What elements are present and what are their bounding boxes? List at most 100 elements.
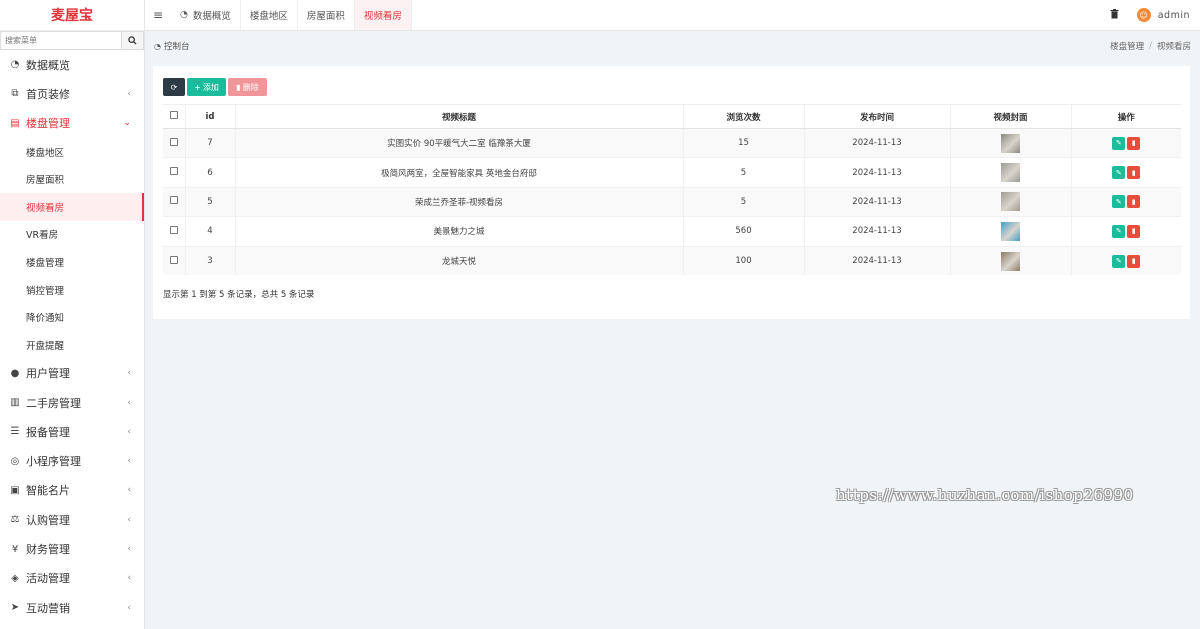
refresh-button[interactable]: ⟳ <box>163 78 185 96</box>
dashboard-icon: ◔ <box>10 59 20 71</box>
cell-id: 5 <box>184 186 235 217</box>
sidebar-item-finance[interactable]: ¥ 财务管理 ‹ <box>0 534 144 563</box>
row-select-cell <box>163 216 185 247</box>
tab-dashboard[interactable]: ◔ 数据概览 <box>171 0 241 30</box>
table-row: 3 龙城天悦 100 2024-11-13 ✎ ▮ <box>163 245 1181 276</box>
column-header-id[interactable]: id <box>184 104 235 129</box>
cell-id: 7 <box>184 127 235 158</box>
cell-title: 实图实价 90平暖气大二室 临豫茶大厦 <box>234 127 683 158</box>
search-icon[interactable] <box>122 31 144 50</box>
sidebar-item-label: 报备管理 <box>26 425 70 439</box>
sidebar-subitem-region[interactable]: 楼盘地区 <box>0 138 144 166</box>
tab-label: 数据概览 <box>192 11 231 22</box>
sidebar-subitem-vr[interactable]: VR看房 <box>0 221 144 249</box>
sidebar-item-business-card[interactable]: ▣ 智能名片 ‹ <box>0 476 144 505</box>
row-checkbox[interactable] <box>169 137 178 146</box>
sidebar-item-label: 二手房管理 <box>26 396 81 410</box>
select-all-checkbox[interactable] <box>169 111 178 119</box>
sidebar-item-label: 财务管理 <box>26 543 70 557</box>
column-header-title[interactable]: 视频标题 <box>234 104 683 129</box>
console-label[interactable]: 控制台 <box>164 40 190 52</box>
edit-button[interactable]: ✎ <box>1112 224 1126 238</box>
edit-button[interactable]: ✎ <box>1112 254 1126 268</box>
tab-area[interactable]: 房屋面积 <box>298 0 355 30</box>
sidebar-subitem-opening-reminder[interactable]: 开盘提醒 <box>0 331 144 359</box>
app-logo[interactable]: 麦屋宝 <box>0 0 144 31</box>
sidebar-subitem-area[interactable]: 房屋面积 <box>0 165 144 193</box>
delete-row-button[interactable]: ▮ <box>1127 136 1141 150</box>
table-row: 4 美景魅力之城 560 2024-11-13 ✎ ▮ <box>163 216 1181 247</box>
sidebar-item-activity[interactable]: ◈ 活动管理 ‹ <box>0 564 144 593</box>
trash-icon[interactable] <box>1110 8 1119 22</box>
cover-thumbnail[interactable] <box>1001 221 1020 241</box>
cover-thumbnail[interactable] <box>1001 192 1020 212</box>
sidebar-subitem-sales-control[interactable]: 销控管理 <box>0 276 144 304</box>
sidebar-subitem-video[interactable]: 视频看房 <box>0 193 144 221</box>
sidebar-subitem-price-drop[interactable]: 降价通知 <box>0 303 144 331</box>
add-button-label: 添加 <box>202 82 219 92</box>
avatar[interactable]: ☺ <box>1136 8 1151 22</box>
user-icon: ● <box>10 367 20 379</box>
chevron-left-icon: ‹ <box>127 368 131 379</box>
breadcrumb-item[interactable]: 楼盘管理 <box>1110 40 1144 52</box>
pagination-summary: 显示第 1 到第 5 条记录，总共 5 条记录 <box>163 290 315 300</box>
cell-actions: ✎ ▮ <box>1070 216 1181 247</box>
edit-button[interactable]: ✎ <box>1112 136 1126 150</box>
cell-actions: ✎ ▮ <box>1070 245 1181 276</box>
select-all-cell <box>163 104 185 129</box>
cell-date: 2024-11-13 <box>803 157 950 188</box>
tab-video[interactable]: 视频看房 <box>354 0 412 30</box>
sidebar-item-label: 楼盘管理 <box>26 117 70 131</box>
add-button[interactable]: + 添加 <box>187 78 226 96</box>
delete-row-button[interactable]: ▮ <box>1127 254 1141 268</box>
sidebar-item-report[interactable]: ☰ 报备管理 ‹ <box>0 417 144 446</box>
sidebar-item-property[interactable]: ▤ 楼盘管理 ⌄ <box>0 109 144 138</box>
sidebar-item-users[interactable]: ● 用户管理 ‹ <box>0 359 144 388</box>
chevron-left-icon: ‹ <box>127 456 131 467</box>
sidebar-item-home-decoration[interactable]: ⧉ 首页装修 ‹ <box>0 79 144 108</box>
sidebar-item-marketing[interactable]: ➤ 互动营销 ‹ <box>0 593 144 622</box>
cell-title: 极简风两室，全屋智能家具 英地金台府邸 <box>234 157 683 188</box>
sidebar-item-miniprogram[interactable]: ◎ 小程序管理 ‹ <box>0 447 144 476</box>
cell-views: 5 <box>682 186 804 217</box>
chevron-left-icon: ‹ <box>127 426 131 437</box>
cell-id: 4 <box>184 216 235 247</box>
cover-thumbnail[interactable] <box>1001 133 1020 153</box>
username[interactable]: admin <box>1158 10 1190 21</box>
cover-thumbnail[interactable] <box>1001 251 1020 271</box>
dashboard-icon: ◔ <box>154 41 161 51</box>
sidebar-item-dashboard[interactable]: ◔ 数据概览 <box>0 50 144 79</box>
row-checkbox[interactable] <box>169 255 178 264</box>
cover-thumbnail[interactable] <box>1001 163 1020 183</box>
breadcrumb-separator: / <box>1149 41 1152 51</box>
sidebar-item-subscription[interactable]: ⚖ 认购管理 ‹ <box>0 505 144 534</box>
column-header-date[interactable]: 发布时间 <box>803 104 950 129</box>
sidebar-item-label: 首页装修 <box>26 87 70 101</box>
column-header-cover[interactable]: 视频封面 <box>949 104 1071 129</box>
cell-cover <box>949 157 1071 188</box>
edit-button[interactable]: ✎ <box>1112 166 1126 180</box>
sidebar-menu: ◔ 数据概览 ⧉ 首页装修 ‹ ▤ 楼盘管理 ⌄ 楼盘地区 房屋面积 视频看房 … <box>0 50 144 622</box>
sidebar-item-label: 互动营销 <box>26 601 70 615</box>
cell-title: 荣成兰乔圣菲-视频看房 <box>234 186 683 217</box>
sidebar-item-label: 用户管理 <box>26 367 70 381</box>
sidebar-subitem-property-manage[interactable]: 楼盘管理 <box>0 248 144 276</box>
dashboard-icon: ◔ <box>180 10 188 20</box>
chevron-left-icon: ‹ <box>127 544 131 555</box>
edit-button[interactable]: ✎ <box>1112 195 1126 209</box>
delete-row-button[interactable]: ▮ <box>1127 224 1141 238</box>
delete-row-button[interactable]: ▮ <box>1127 166 1141 180</box>
row-checkbox[interactable] <box>169 196 178 205</box>
id-card-icon: ▣ <box>10 484 20 496</box>
row-checkbox[interactable] <box>169 225 178 234</box>
sidebar-item-secondhand[interactable]: ▥ 二手房管理 ‹ <box>0 388 144 417</box>
cell-cover <box>949 216 1071 247</box>
delete-button[interactable]: ▮ 删除 <box>228 78 267 96</box>
delete-row-button[interactable]: ▮ <box>1127 195 1141 209</box>
menu-toggle-icon[interactable]: ≡ <box>145 0 171 30</box>
tab-region[interactable]: 楼盘地区 <box>241 0 298 30</box>
search-input[interactable] <box>0 31 122 50</box>
row-checkbox[interactable] <box>169 167 178 176</box>
chevron-left-icon: ‹ <box>127 88 131 99</box>
column-header-views[interactable]: 浏览次数 <box>682 104 804 129</box>
